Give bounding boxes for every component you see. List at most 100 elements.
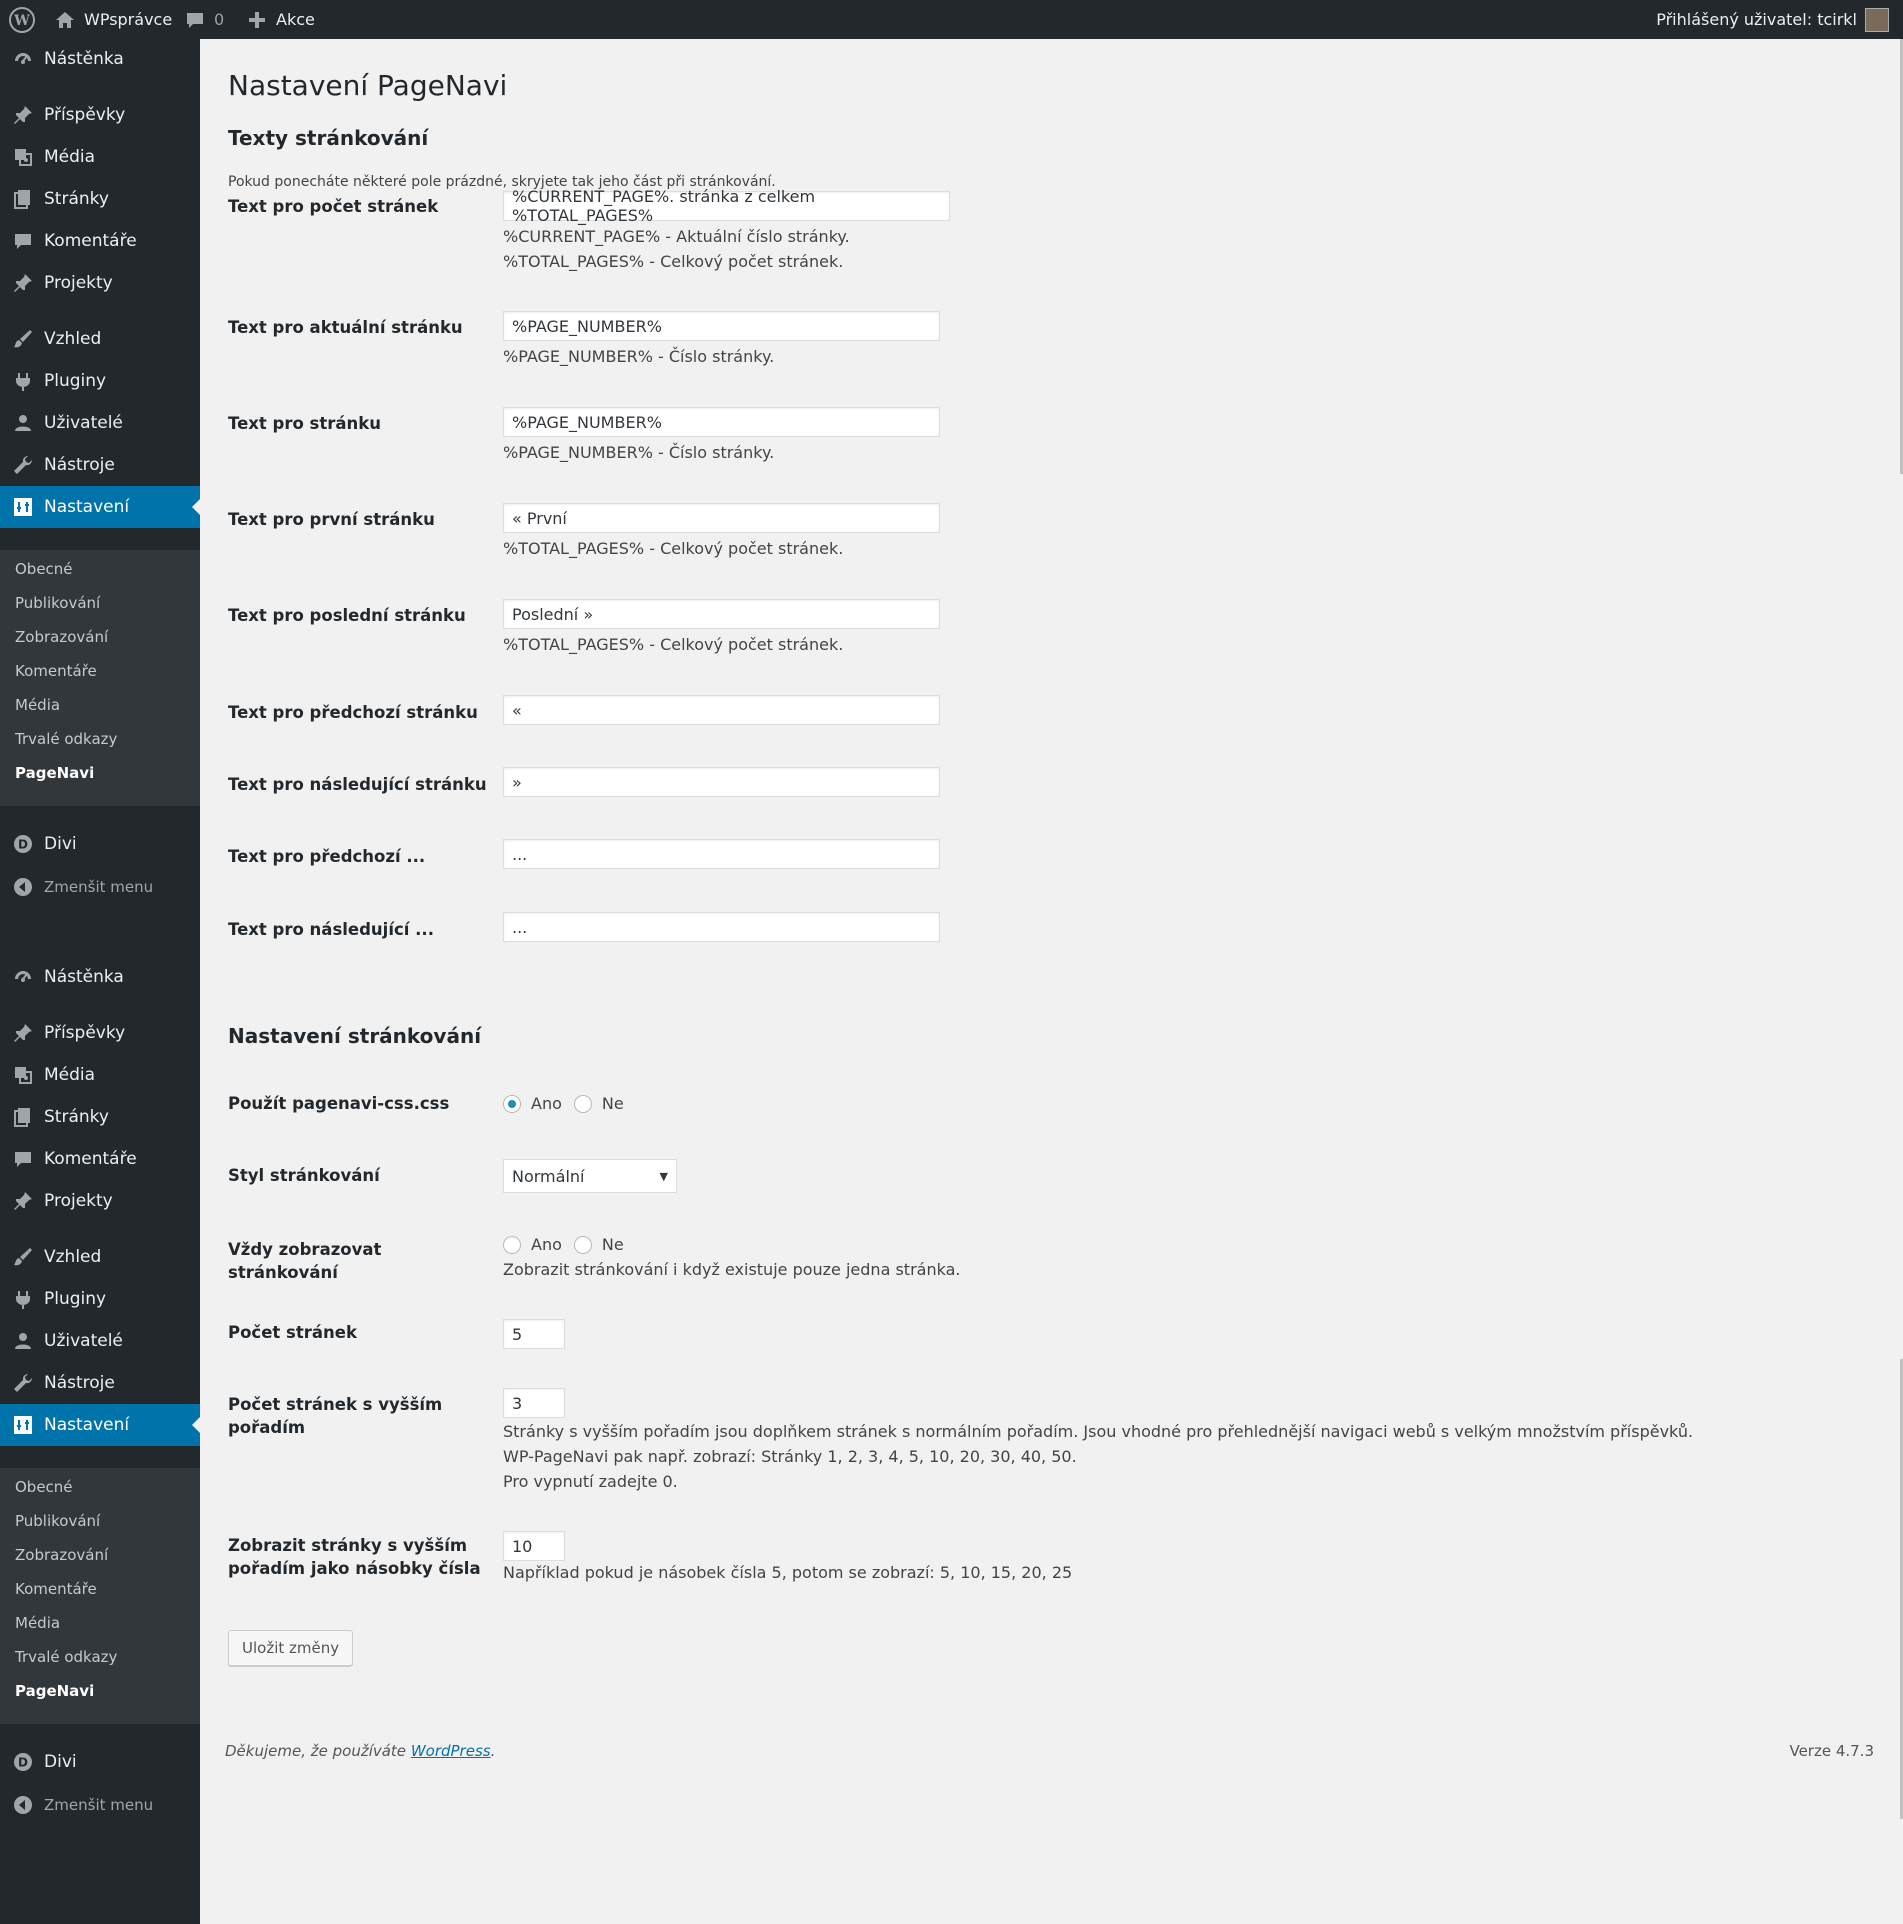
sidebar-item-user[interactable]: Uživatelé — [0, 402, 200, 444]
comment-icon — [12, 1148, 34, 1170]
submenu-item[interactable]: Komentáře — [15, 662, 97, 680]
sidebar-item-wrench[interactable]: Nástroje — [0, 1362, 200, 1404]
larger-pages-desc-line: Stránky s vyšším pořadím jsou doplňkem s… — [503, 1422, 1694, 1441]
user-icon — [12, 412, 34, 434]
sidebar-item-label: Komentáře — [44, 231, 137, 251]
wordpress-logo-icon[interactable]: W — [6, 0, 38, 39]
sidebar-item-media[interactable]: Média — [0, 1054, 200, 1096]
wrench-icon — [12, 454, 34, 476]
text-input[interactable]: %PAGE_NUMBER% — [503, 407, 940, 437]
larger-multiple-label-line: pořadím jako násobky čísla — [228, 1559, 481, 1578]
submenu-item[interactable]: Média — [15, 696, 60, 714]
text-input[interactable]: Poslední » — [503, 599, 940, 629]
submenu-item[interactable]: Zobrazování — [15, 1546, 108, 1564]
pages-icon — [12, 188, 34, 210]
sidebar-item-comment[interactable]: Komentáře — [0, 1138, 200, 1180]
collapse-menu-button[interactable]: Zmenšit menu — [0, 866, 200, 908]
section-title-texts: Texty stránkování — [228, 126, 429, 150]
wordpress-link[interactable]: WordPress — [411, 1742, 491, 1760]
sidebar-item-divi[interactable]: D Divi — [0, 1741, 200, 1783]
sidebar-item-pin[interactable]: Projekty — [0, 262, 200, 304]
sidebar-item-brush[interactable]: Vzhled — [0, 318, 200, 360]
sidebar-item-user[interactable]: Uživatelé — [0, 1320, 200, 1362]
larger-pages-input[interactable]: 3 — [503, 1388, 565, 1418]
always-show-yes-radio[interactable] — [503, 1235, 521, 1254]
media-icon — [12, 1064, 34, 1086]
sidebar-item-label: Příspěvky — [44, 1023, 126, 1043]
setting-description: %PAGE_NUMBER% - Číslo stránky. — [503, 440, 774, 465]
submenu-item[interactable]: Publikování — [15, 1512, 100, 1530]
description-line: %TOTAL_PAGES% - Celkový počet stránek. — [503, 539, 844, 558]
use-css-label: Použít pagenavi-css.css — [228, 1094, 450, 1113]
brush-icon — [12, 1246, 34, 1268]
text-input[interactable]: %PAGE_NUMBER% — [503, 311, 940, 341]
always-show-description: Zobrazit stránkování i když existuje pou… — [503, 1260, 961, 1279]
sidebar-item-settings[interactable]: Nastavení — [0, 486, 200, 528]
submenu-item[interactable]: Obecné — [15, 1478, 73, 1496]
sidebar-item-pin[interactable]: Projekty — [0, 1180, 200, 1222]
submenu-item[interactable]: Obecné — [15, 560, 73, 578]
sidebar-item-divi[interactable]: D Divi — [0, 823, 200, 865]
sidebar-item-comment[interactable]: Komentáře — [0, 220, 200, 262]
text-input[interactable]: ... — [503, 912, 940, 942]
save-changes-button[interactable]: Uložit změny — [228, 1630, 354, 1666]
submenu-item[interactable]: Komentáře — [15, 1580, 97, 1598]
media-icon — [12, 146, 34, 168]
setting-label: Text pro stránku — [228, 414, 382, 433]
submenu-item[interactable]: PageNavi — [15, 764, 94, 782]
page-title: Nastavení PageNavi — [228, 69, 508, 102]
submenu-item[interactable]: PageNavi — [15, 1682, 94, 1700]
setting-label: Text pro následující ... — [228, 920, 434, 939]
new-content-link[interactable]: Akce — [246, 0, 315, 39]
sidebar-item-dashboard[interactable]: Nástěnka — [0, 38, 200, 80]
text-input[interactable]: » — [503, 767, 940, 797]
style-select-value: Normální — [512, 1166, 585, 1186]
sidebar-item-pin[interactable]: Příspěvky — [0, 94, 200, 136]
sidebar-item-pages[interactable]: Stránky — [0, 1096, 200, 1138]
sidebar-item-plugin[interactable]: Pluginy — [0, 360, 200, 402]
new-content-label: Akce — [276, 10, 315, 29]
text-input[interactable]: ... — [503, 839, 940, 869]
setting-label: Text pro následující stránku — [228, 775, 487, 794]
num-pages-input[interactable]: 5 — [503, 1319, 565, 1349]
use-css-yes-radio[interactable] — [503, 1094, 521, 1113]
user-account-menu[interactable]: Přihlášený uživatel: tcirkl — [1656, 0, 1889, 39]
sidebar-item-dashboard[interactable]: Nástěnka — [0, 956, 200, 998]
comments-count: 0 — [214, 10, 225, 29]
divi-icon: D — [12, 1751, 34, 1773]
submenu-item[interactable]: Publikování — [15, 594, 100, 612]
admin-sidebar: Nástěnka Příspěvky Média Stránky Komentáře Pr… — [0, 39, 200, 1924]
always-show-no-radio[interactable] — [573, 1235, 592, 1254]
sidebar-item-wrench[interactable]: Nástroje — [0, 444, 200, 486]
collapse-menu-button[interactable]: Zmenšit menu — [0, 1784, 200, 1826]
text-input[interactable]: « První — [503, 503, 940, 533]
use-css-no-radio[interactable] — [573, 1094, 592, 1113]
description-line: %PAGE_NUMBER% - Číslo stránky. — [503, 347, 775, 366]
sidebar-item-media[interactable]: Média — [0, 136, 200, 178]
text-input[interactable]: « — [503, 695, 940, 725]
submenu-item[interactable]: Trvalé odkazy — [15, 1648, 117, 1666]
sidebar-item-label: Nástěnka — [44, 49, 124, 69]
always-show-label: Vždy zobrazovat stránkování — [228, 1240, 382, 1282]
submenu-item[interactable]: Zobrazování — [15, 628, 108, 646]
use-css-no-label: Ne — [601, 1094, 624, 1113]
sidebar-item-settings[interactable]: Nastavení — [0, 1404, 200, 1446]
svg-text:D: D — [18, 838, 28, 852]
always-show-radio-group: Ano Ne — [503, 1235, 636, 1254]
footer-version: Verze 4.7.3 — [1789, 1742, 1874, 1760]
larger-pages-desc-line: WP-PageNavi pak např. zobrazí: Stránky 1… — [503, 1447, 1077, 1466]
site-name-link[interactable]: WPsprávce — [54, 0, 172, 39]
larger-multiple-input[interactable]: 10 — [503, 1531, 565, 1561]
submenu-item[interactable]: Média — [15, 1614, 60, 1632]
pin-icon — [12, 1190, 34, 1212]
sidebar-item-pages[interactable]: Stránky — [0, 178, 200, 220]
submenu-item[interactable]: Trvalé odkazy — [15, 730, 117, 748]
description-line: %TOTAL_PAGES% - Celkový počet stránek. — [503, 252, 844, 271]
style-select[interactable]: Normální ▼ — [503, 1159, 677, 1193]
user-icon — [12, 1330, 34, 1352]
text-input[interactable]: %CURRENT_PAGE%. stránka z celkem %TOTAL_… — [503, 187, 950, 225]
sidebar-item-brush[interactable]: Vzhled — [0, 1236, 200, 1278]
sidebar-item-pin[interactable]: Příspěvky — [0, 1012, 200, 1054]
sidebar-item-plugin[interactable]: Pluginy — [0, 1278, 200, 1320]
comments-link[interactable]: 0 — [184, 0, 224, 39]
